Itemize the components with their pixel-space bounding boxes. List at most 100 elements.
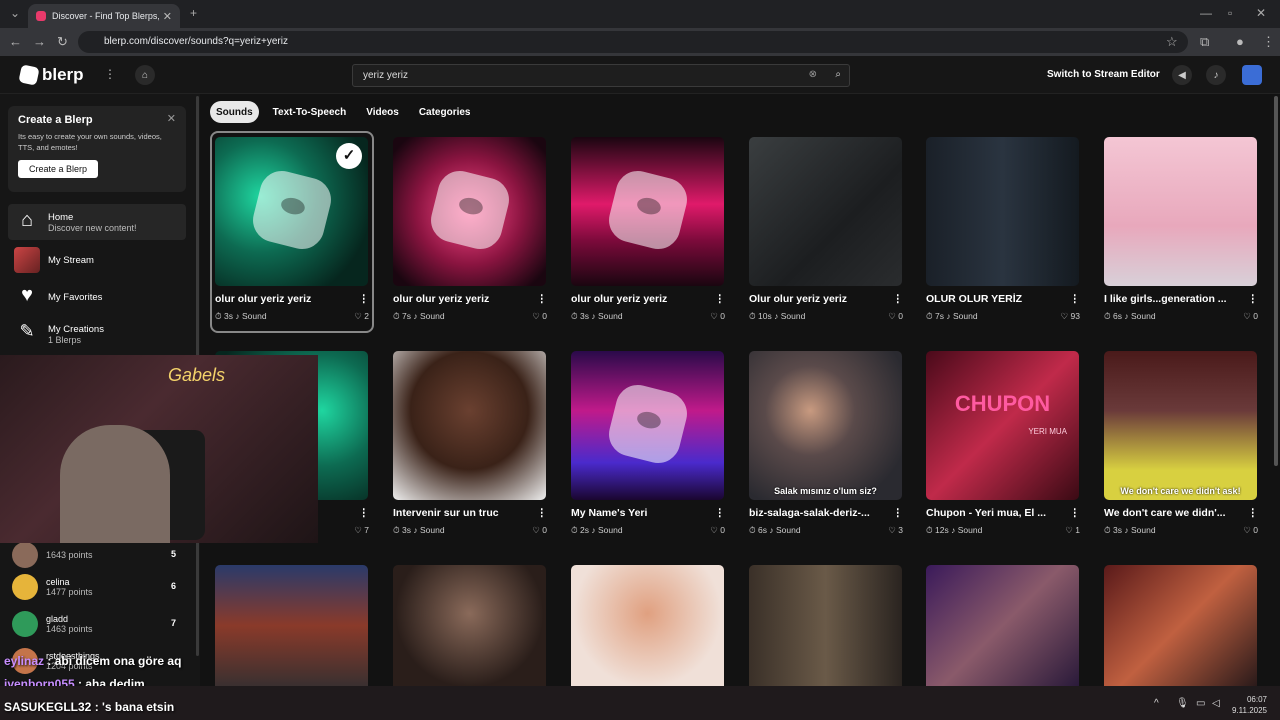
tile-menu-icon[interactable]: ⋮ — [359, 293, 370, 305]
timer-icon: ⏱ — [749, 311, 756, 321]
close-card-icon[interactable]: ✕ — [167, 112, 176, 125]
chip-videos[interactable]: Videos — [360, 101, 405, 123]
blerp-tile[interactable]: Salak mısınız o'lum siz? biz-salaga-sala… — [746, 351, 906, 536]
blerp-tile[interactable]: My Name's Yeri ⋮ ⏱ 2s ♪ Sound ♡ 0 — [568, 351, 728, 536]
tile-meta: ⏱ 2s ♪ Sound ♡ 0 — [571, 525, 725, 536]
search-input[interactable]: yeriz yeriz ⊗ ⌕ — [352, 64, 850, 87]
chat-message: eylinaz : abi dicem ona göre aq — [4, 654, 181, 668]
tile-menu-icon[interactable]: ⋮ — [359, 507, 370, 519]
browser-menu-icon[interactable]: ⋮ — [1262, 34, 1275, 50]
tile-menu-icon[interactable]: ⋮ — [1070, 507, 1081, 519]
heart-icon[interactable]: ♡ — [354, 311, 362, 322]
blerp-tile[interactable]: We don't care we didn't ask! We don't ca… — [1101, 351, 1261, 536]
sidebar-item-my-favorites[interactable]: ♥ My Favorites — [8, 279, 186, 315]
create-blerp-card: ✕ Create a Blerp Its easy to create your… — [8, 106, 186, 192]
heart-icon[interactable]: ♡ — [1243, 311, 1251, 322]
minimize-icon[interactable]: — — [1200, 6, 1212, 20]
blerp-tile-thumbnail[interactable] — [393, 565, 546, 686]
forward-icon[interactable]: → — [33, 34, 46, 49]
leaderboard-row[interactable]: 1643 points 5 — [12, 538, 182, 572]
tile-menu-icon[interactable]: ⋮ — [1070, 293, 1081, 305]
blerp-tile[interactable]: ✓ olur olur yeriz yeriz ⋮ ⏱ 3s ♪ Sound ♡ 2 — [210, 131, 374, 333]
blerp-logo[interactable]: blerp — [18, 64, 84, 86]
sidebar-item-sub: 1 Blerps — [48, 334, 82, 345]
sidebar-item-my-stream[interactable]: My Stream — [8, 242, 186, 278]
blerp-tile[interactable]: Intervenir sur un truc ⋮ ⏱ 3s ♪ Sound ♡ 0 — [390, 351, 550, 536]
tab-list-icon[interactable]: ⌄ — [10, 6, 20, 20]
profile-avatar[interactable]: ● — [1236, 34, 1244, 49]
heart-icon[interactable]: ♡ — [354, 525, 362, 536]
main-scrollbar[interactable] — [1274, 96, 1278, 466]
reload-icon[interactable]: ↻ — [57, 34, 68, 50]
tray-chevron-icon[interactable]: ^ — [1154, 698, 1159, 709]
leaderboard-row[interactable]: gladd 1463 points 7 — [12, 607, 182, 641]
heart-icon[interactable]: ♡ — [1065, 525, 1073, 536]
more-menu-icon[interactable]: ⋮ — [104, 67, 116, 81]
blerp-tile[interactable]: Olur olur yeriz yeriz ⋮ ⏱ 10s ♪ Sound ♡ 0 — [746, 137, 906, 322]
blerp-tile-thumbnail[interactable] — [926, 565, 1079, 686]
tile-thumbnail — [393, 351, 546, 500]
maximize-icon[interactable]: ▫ — [1228, 6, 1232, 20]
blerp-favicon-icon — [36, 11, 46, 21]
bookmark-star-icon[interactable]: ☆ — [1166, 34, 1178, 50]
speaker-icon[interactable]: ◁ — [1212, 698, 1220, 709]
create-blerp-button[interactable]: Create a Blerp — [18, 159, 99, 178]
timer-icon: ⏱ — [926, 525, 933, 535]
blerp-tile[interactable]: I like girls...generation ... ⋮ ⏱ 6s ♪ So… — [1101, 137, 1261, 322]
heart-icon[interactable]: ♡ — [710, 525, 718, 536]
tile-type: Sound — [780, 311, 806, 321]
blerp-tile-thumbnail[interactable] — [1104, 565, 1257, 686]
volume-icon[interactable]: ◀ — [1172, 65, 1192, 85]
leaderboard-row[interactable]: celina 1477 points 6 — [12, 570, 182, 604]
blerp-tile[interactable]: olur olur yeriz yeriz ⋮ ⏱ 7s ♪ Sound ♡ 0 — [390, 137, 550, 322]
lb-rank: 6 — [170, 581, 176, 591]
user-avatar[interactable] — [1242, 65, 1262, 85]
blerp-tile[interactable]: olur olur yeriz yeriz ⋮ ⏱ 3s ♪ Sound ♡ 0 — [568, 137, 728, 322]
browser-tab[interactable]: Discover - Find Top Blerps, Stre ✕ — [28, 4, 180, 28]
system-clock[interactable]: 06:07 9.11.2025 — [1232, 694, 1267, 716]
blerp-tile-thumbnail[interactable] — [571, 565, 724, 686]
notification-bell-icon[interactable]: ♪ — [1206, 65, 1226, 85]
heart-icon[interactable]: ♡ — [888, 525, 896, 536]
extensions-icon[interactable]: ⧉ — [1200, 34, 1209, 50]
sidebar-item-home[interactable]: ⌂ Home Discover new content! — [8, 204, 186, 240]
tile-duration: 3s — [224, 311, 233, 321]
tile-meta: ⏱ 7s ♪ Sound ♡ 93 — [926, 311, 1080, 322]
heart-icon[interactable]: ♡ — [532, 311, 540, 322]
heart-icon[interactable]: ♡ — [888, 311, 896, 322]
heart-icon[interactable]: ♡ — [1061, 311, 1069, 322]
close-tab-icon[interactable]: ✕ — [163, 10, 172, 23]
microphone-icon[interactable]: 🎙 — [1176, 698, 1189, 709]
url-field[interactable]: blerp.com/discover/sounds?q=yeriz+yeriz — [78, 31, 1188, 53]
tile-menu-icon[interactable]: ⋮ — [1248, 507, 1259, 519]
clear-search-icon[interactable]: ⊗ — [809, 69, 817, 80]
sidebar-item-label: My Favorites — [48, 291, 103, 303]
tile-menu-icon[interactable]: ⋮ — [537, 293, 548, 305]
sidebar-item-my-creations[interactable]: ✎ My Creations 1 Blerps — [8, 316, 186, 352]
home-icon[interactable]: ⌂ — [135, 65, 155, 85]
tile-menu-icon[interactable]: ⋮ — [893, 507, 904, 519]
chip-sounds[interactable]: Sounds — [210, 101, 259, 123]
heart-icon[interactable]: ♡ — [1243, 525, 1251, 536]
tile-menu-icon[interactable]: ⋮ — [537, 507, 548, 519]
back-icon[interactable]: ← — [9, 34, 22, 49]
blerp-tile-thumbnail[interactable] — [749, 565, 902, 686]
tile-menu-icon[interactable]: ⋮ — [1248, 293, 1259, 305]
heart-icon[interactable]: ♡ — [532, 525, 540, 536]
close-window-icon[interactable]: ✕ — [1256, 6, 1266, 20]
blerp-tile-thumbnail[interactable] — [215, 565, 368, 686]
search-icon[interactable]: ⌕ — [835, 69, 841, 80]
blerp-star-icon — [248, 166, 336, 254]
chip-text-to-speech[interactable]: Text-To-Speech — [267, 101, 353, 123]
tile-menu-icon[interactable]: ⋮ — [893, 293, 904, 305]
network-icon[interactable]: ▭ — [1196, 698, 1205, 709]
switch-stream-editor-link[interactable]: Switch to Stream Editor — [1047, 69, 1160, 80]
avatar — [12, 542, 38, 568]
blerp-tile[interactable]: OLUR OLUR YERİZ ⋮ ⏱ 7s ♪ Sound ♡ 93 — [923, 137, 1083, 322]
chip-categories[interactable]: Categories — [413, 101, 477, 123]
heart-icon[interactable]: ♡ — [710, 311, 718, 322]
new-tab-icon[interactable]: + — [190, 6, 197, 20]
tile-menu-icon[interactable]: ⋮ — [715, 507, 726, 519]
blerp-tile[interactable]: CHUPON YERI MUA Chupon - Yeri mua, El ..… — [923, 351, 1083, 536]
tile-menu-icon[interactable]: ⋮ — [715, 293, 726, 305]
